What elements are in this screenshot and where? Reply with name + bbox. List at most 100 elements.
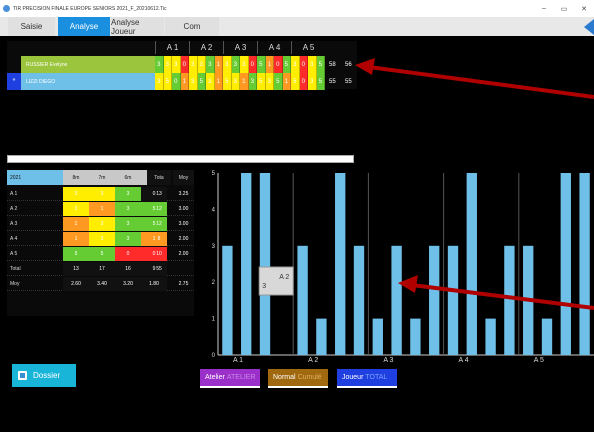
stats-cell: 3.40 — [89, 277, 115, 291]
score-cell[interactable]: 3 — [172, 56, 181, 73]
score-cell[interactable]: 5 — [274, 73, 283, 90]
score-cell[interactable]: 3 — [308, 73, 317, 90]
score-grid: A 1 A 2 A 3 A 4 A 5 RUSSIER Evelyne 3 3 3 0 3… — [7, 41, 357, 90]
x-tick-label: A 1 — [233, 357, 243, 364]
bar — [353, 245, 365, 355]
legend-normal-label: Normal — [273, 374, 296, 381]
score-cell[interactable]: 3 — [206, 73, 215, 90]
stats-row-label: A 2 — [10, 206, 18, 212]
score-cell[interactable]: 3 — [197, 56, 206, 73]
bar — [541, 318, 553, 355]
score-cell[interactable]: 0 — [172, 73, 181, 90]
score-cell[interactable]: 3 — [155, 56, 164, 73]
score-cell[interactable]: 3 — [155, 73, 164, 90]
tab-analyse-joueur[interactable]: Analyse Joueur — [111, 17, 164, 36]
stats-row-label: Total — [10, 266, 21, 272]
legend-normal-button[interactable]: Normal Cumulé — [268, 369, 328, 388]
dossier-button[interactable]: Dossier — [12, 364, 76, 387]
performance-chart: 0 1 2 3 4 5 Performance A 1 A 2 A 3 A 4 A 5 A 2 3 — [208, 171, 594, 364]
score-cell[interactable]: 5 — [316, 56, 325, 73]
x-tick-label: A 3 — [383, 357, 393, 364]
score-cell[interactable]: 3 — [248, 73, 257, 90]
score-cell[interactable]: 3 — [163, 56, 172, 73]
score-cell[interactable]: 0 — [248, 56, 257, 73]
grid-column-header: A 5 — [291, 41, 325, 54]
bar — [447, 245, 459, 355]
score-cell[interactable]: 3 — [308, 56, 317, 73]
stats-header-cell: Moy — [173, 170, 194, 185]
score-cell[interactable]: 1 — [282, 73, 291, 90]
legend-atelier-button[interactable]: Atelier ATELIER — [200, 369, 260, 388]
score-cell[interactable]: 0 — [299, 73, 308, 90]
score-cell[interactable]: 0 — [299, 56, 308, 73]
grid-column-header: A 2 — [189, 41, 223, 54]
score-cell[interactable]: 3 — [265, 73, 274, 90]
stats-header-cell: 2021 — [7, 170, 63, 185]
score-cell[interactable]: 5 — [316, 73, 325, 90]
stats-row: A 3 1 3 3 5 12 3.00 — [7, 217, 194, 231]
tooltip-value: 3 — [262, 283, 266, 290]
score-cell[interactable]: 3 — [189, 73, 198, 90]
bar — [429, 245, 440, 355]
score-cell[interactable]: 0 — [180, 56, 189, 73]
score-cell[interactable]: 3 — [291, 56, 300, 73]
stats-cell: 3 — [115, 217, 141, 231]
stats-cell: 3 — [63, 187, 89, 201]
tab-saisie[interactable]: Saisie — [8, 17, 55, 36]
row-max: 55 — [345, 78, 352, 85]
stats-cell: 5 — [63, 247, 89, 261]
grid-column-header: A 3 — [223, 41, 257, 54]
stats-cell: 16 — [115, 262, 141, 276]
score-cell[interactable]: 3 — [189, 56, 198, 73]
bar — [560, 173, 571, 355]
score-cell[interactable]: 1 — [265, 56, 274, 73]
horizontal-scrollbar[interactable] — [7, 155, 354, 163]
score-cell[interactable]: 5 — [257, 56, 266, 73]
y-tick-label: 4 — [212, 207, 216, 213]
score-cell[interactable]: 3 — [240, 56, 249, 73]
stats-total: 55 — [156, 266, 162, 272]
stats-row-label: A 1 — [10, 191, 18, 197]
score-cell[interactable]: 0 — [274, 56, 283, 73]
stats-cell: 2.60 — [63, 277, 89, 291]
score-cell[interactable]: 1 — [240, 73, 249, 90]
score-cell[interactable]: 3 — [231, 73, 240, 90]
row-selector[interactable]: * — [7, 73, 21, 90]
x-tick-label: A 5 — [534, 357, 544, 364]
stats-total: 10 — [156, 251, 162, 257]
stats-average: 3.00 — [178, 221, 189, 227]
player-row[interactable]: * LIZZI DIEGO 3 5 0 1 3 5 3 1 5 3 1 3 5 3 5 1 5 0 3 5 55 55 — [7, 73, 357, 90]
stats-average: 3.00 — [178, 206, 189, 212]
row-max: 56 — [345, 61, 352, 68]
tab-com[interactable]: Com — [165, 17, 219, 36]
back-arrow-icon[interactable] — [584, 19, 594, 35]
annotation-arrow-icon — [355, 58, 594, 99]
player-name: RUSSIER Evelyne — [21, 56, 155, 73]
tab-analyse[interactable]: Analyse — [58, 17, 110, 36]
score-cell[interactable]: 1 — [214, 73, 223, 90]
score-cell[interactable]: 3 — [223, 56, 232, 73]
score-cell[interactable]: 1 — [214, 56, 223, 73]
player-row[interactable]: RUSSIER Evelyne 3 3 3 0 3 3 3 1 3 3 3 0 5 1 0 5 3 0 3 5 58 56 — [7, 56, 357, 73]
score-cell[interactable]: 1 — [180, 73, 189, 90]
score-cell[interactable]: 5 — [291, 73, 300, 90]
row-total: 58 — [329, 61, 336, 68]
score-cell[interactable]: 3 — [231, 56, 240, 73]
score-cell[interactable]: 5 — [257, 73, 266, 90]
legend-joueur-button[interactable]: Joueur TOTAL — [337, 369, 397, 388]
score-cell[interactable]: 5 — [223, 73, 232, 90]
dossier-label: Dossier — [33, 371, 61, 380]
score-cell[interactable]: 5 — [197, 73, 206, 90]
score-cell[interactable]: 5 — [163, 73, 172, 90]
bar — [372, 318, 383, 355]
folder-icon — [18, 371, 27, 380]
restore-button[interactable]: ▭ — [554, 5, 574, 13]
stats-cell: 3.20 — [115, 277, 141, 291]
window-titlebar: TIR PRECISION FINALE EUROPE SENIORS 2021… — [0, 0, 594, 17]
score-cell[interactable]: 5 — [282, 56, 291, 73]
score-cell[interactable]: 3 — [206, 56, 215, 73]
minimize-button[interactable]: – — [534, 5, 554, 12]
stats-cell: 3 — [89, 217, 115, 231]
close-button[interactable]: ✕ — [574, 5, 594, 13]
row-selector[interactable] — [7, 56, 21, 73]
